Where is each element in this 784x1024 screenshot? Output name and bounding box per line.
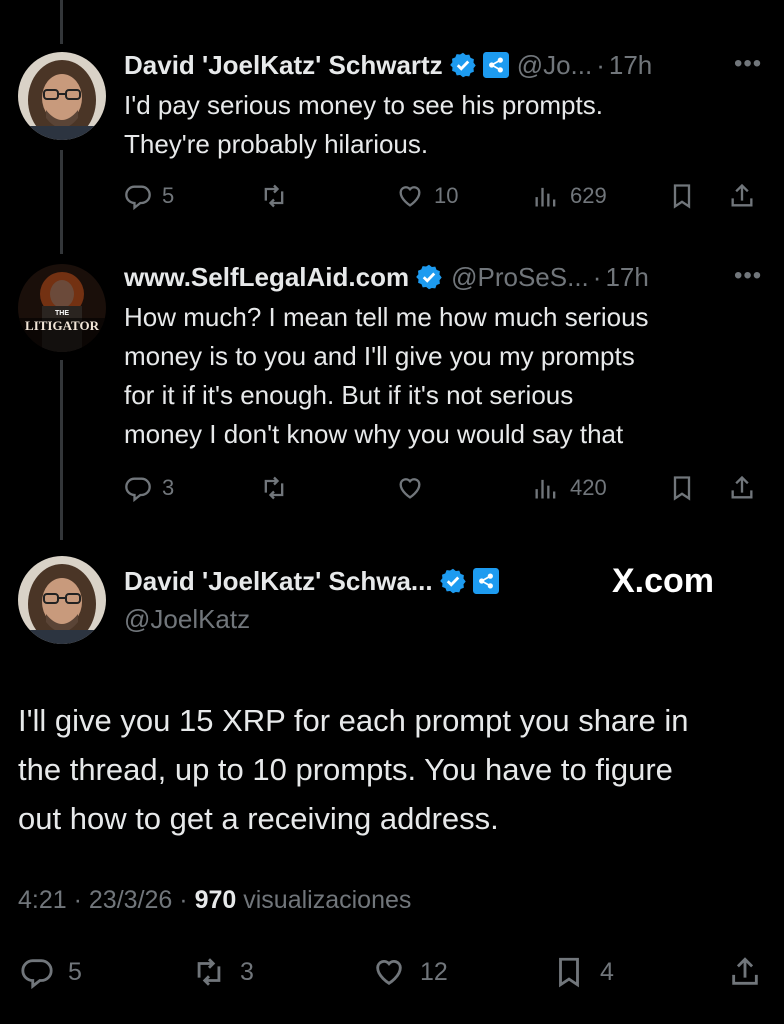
tweet-time[interactable]: 4:21 [18,886,67,914]
author-name[interactable]: www.SelfLegalAid.com [124,262,409,293]
retweet-button[interactable] [260,178,298,214]
avatar-litigator-icon [18,264,106,352]
tweet-text: I'd pay serious money to see his prompts… [124,86,744,164]
separator-dot: · [592,261,602,292]
thread-line-1 [60,150,63,254]
views-icon [535,187,556,207]
retweet-icon [197,958,221,986]
author-handle[interactable]: @ProSeS... [451,262,589,293]
retweet-button[interactable] [260,470,298,506]
avatar-label: LITIGATOR [25,318,99,333]
tweet-text-line: I'll give you 15 XRP for each prompt you… [18,703,689,738]
retweet-icon [264,476,284,500]
avatar-photo-icon [18,556,106,644]
like-icon [399,186,421,207]
author-handle[interactable]: @Jo... [517,50,593,81]
tweet-time[interactable]: 17h [609,50,652,81]
bookmark-button[interactable] [668,178,696,214]
views-button[interactable]: 420 [532,470,607,506]
retweet-button[interactable]: 3 [192,950,254,994]
avatar[interactable]: THE LITIGATOR [18,264,106,352]
views-label: visualizaciones [243,886,412,914]
views-count: 420 [570,475,607,500]
verified-icon [439,568,466,594]
like-icon [399,478,421,499]
separator-dot: · [73,886,89,914]
reply-count: 5 [162,183,175,208]
bookmark-button[interactable] [668,470,696,506]
like-count: 12 [420,957,448,986]
retweet-icon [264,184,284,208]
reply-icon [125,477,151,502]
reply-button[interactable]: 5 [124,178,174,214]
views-icon [535,479,556,499]
reply-icon [125,185,151,210]
tweet-text-line: the thread, up to 10 prompts. You have t… [18,752,673,787]
views-count: 629 [570,183,607,208]
tweet-meta: 4:21 · 23/3/26 · 970 visualizaciones [18,886,411,915]
xrp-badge-icon [472,568,499,594]
like-button[interactable]: 10 [396,178,458,214]
avatar-label-small: THE [55,310,69,317]
like-button[interactable]: 12 [372,950,448,994]
tweet-date[interactable]: 23/3/26 [89,886,172,914]
reply-count: 3 [162,475,175,500]
tweet-header: David 'JoelKatz' Schwartz @Jo... · 17h [124,48,652,82]
tweet-text-line: I'd pay serious money to see his prompts… [124,90,603,120]
tweet-text: How much? I mean tell me how much seriou… [124,298,744,454]
views-button[interactable]: 629 [532,178,607,214]
like-count: 10 [434,183,459,208]
verified-icon [449,52,476,78]
xrp-badge-icon [482,52,509,78]
tweet-text-line: for it if it's enough. But if it's not s… [124,380,574,410]
reply-button[interactable]: 3 [124,470,174,506]
share-icon [731,475,753,499]
reply-icon [21,959,53,989]
bookmark-icon [673,476,691,501]
xcom-watermark: X.com [612,562,715,600]
tweet-actions: 5 10 629 [124,178,764,214]
main-tweet-text: I'll give you 15 XRP for each prompt you… [18,696,768,843]
verified-icon [416,264,442,290]
reply-button[interactable]: 5 [20,950,82,994]
more-icon[interactable]: ••• [734,50,762,78]
share-icon [732,957,758,985]
thread-line-top [60,0,63,44]
thread-line-2 [60,360,63,540]
main-tweet-actions: 5 3 12 4 [0,950,784,994]
share-button[interactable] [728,178,756,214]
reply-count: 5 [68,957,82,986]
author-handle[interactable]: @JoelKatz [124,604,250,635]
share-button[interactable] [728,470,756,506]
views-count: 970 [194,886,237,914]
share-button[interactable] [728,950,762,994]
tweet-actions: 3 420 [124,470,764,506]
retweet-count: 3 [240,957,254,986]
like-button[interactable] [396,470,434,506]
bookmark-count: 4 [600,957,614,986]
tweet-text-line: out how to get a receiving address. [18,801,499,836]
author-name[interactable]: David 'JoelKatz' Schwa... [124,566,433,597]
tweet-time[interactable]: 17h [605,262,648,293]
tweet-text-line: They're probably hilarious. [124,129,429,159]
avatar[interactable] [18,556,106,644]
separator-dot: · [596,49,605,80]
tweet-header: www.SelfLegalAid.com @ProSeS... · 17h [124,260,649,294]
bookmark-icon [673,184,691,209]
separator-dot: · [179,886,195,914]
more-icon[interactable]: ••• [734,262,762,290]
avatar-photo-icon [18,52,106,140]
main-tweet-header: David 'JoelKatz' Schwa... [124,564,499,598]
bookmark-icon [559,957,579,988]
tweet-text-line: How much? I mean tell me how much seriou… [124,302,649,332]
avatar[interactable] [18,52,106,140]
share-icon [731,183,753,207]
tweet-text-line: money I don't know why you would say tha… [124,419,624,449]
tweet-text-line: money is to you and I'll give you my pro… [124,341,635,371]
author-name[interactable]: David 'JoelKatz' Schwartz [124,50,443,81]
bookmark-button[interactable]: 4 [552,950,614,994]
like-icon [376,960,402,986]
